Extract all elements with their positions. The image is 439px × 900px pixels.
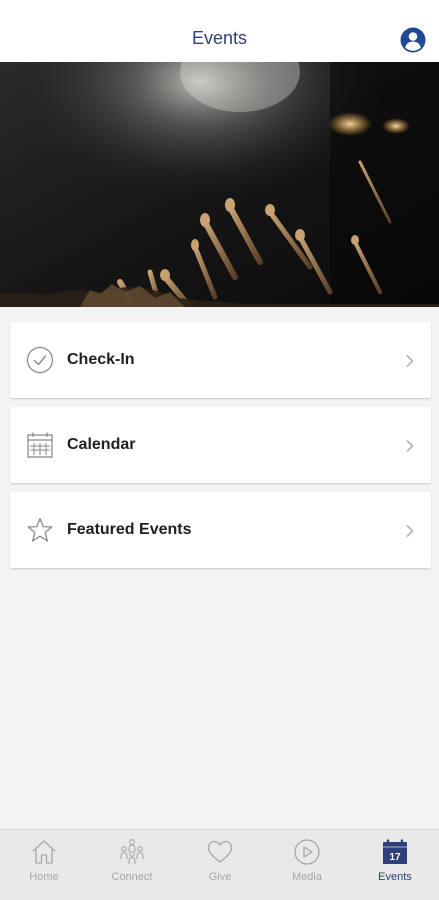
tab-media[interactable]: Media [263, 830, 351, 900]
star-icon [27, 517, 53, 542]
tab-label: Home [29, 871, 59, 883]
chevron-right-icon [406, 525, 414, 537]
chevron-right-icon [406, 355, 414, 367]
people-icon [120, 839, 144, 865]
tab-label: Media [292, 871, 322, 883]
tab-home[interactable]: Home [0, 830, 88, 900]
heart-icon [207, 840, 233, 863]
menu-item-label: Calendar [67, 436, 136, 453]
top-app-bar: Events [0, 0, 439, 62]
calendar-icon: 17 [383, 839, 407, 864]
hero-concert-illustration [0, 62, 439, 307]
account-button[interactable] [400, 27, 426, 53]
menu-item-calendar[interactable]: Calendar [10, 407, 431, 483]
menu-item-featured-events[interactable]: Featured Events [10, 492, 431, 568]
menu-item-label: Featured Events [67, 521, 192, 538]
tab-connect[interactable]: Connect [88, 830, 176, 900]
tab-label: Connect [111, 871, 153, 883]
tab-label: Events [378, 871, 412, 883]
tab-give[interactable]: Give [176, 830, 264, 900]
home-icon [32, 840, 56, 864]
account-circle-icon [400, 27, 426, 53]
menu-item-label: Check-In [67, 351, 135, 368]
tab-events[interactable]: 17 Events [351, 830, 439, 900]
tab-label: Give [208, 871, 232, 883]
chevron-right-icon [406, 440, 414, 452]
play-circle-icon [294, 839, 320, 865]
bottom-tab-bar: Home Connect Give Media 17 Events [0, 829, 439, 900]
page-title: Events [191, 28, 248, 48]
check-circle-icon [26, 346, 54, 374]
calendar-day-number: 17 [389, 852, 401, 863]
menu-item-check-in[interactable]: Check-In [10, 322, 431, 398]
calendar-icon [27, 432, 53, 458]
hero-image [0, 62, 439, 307]
